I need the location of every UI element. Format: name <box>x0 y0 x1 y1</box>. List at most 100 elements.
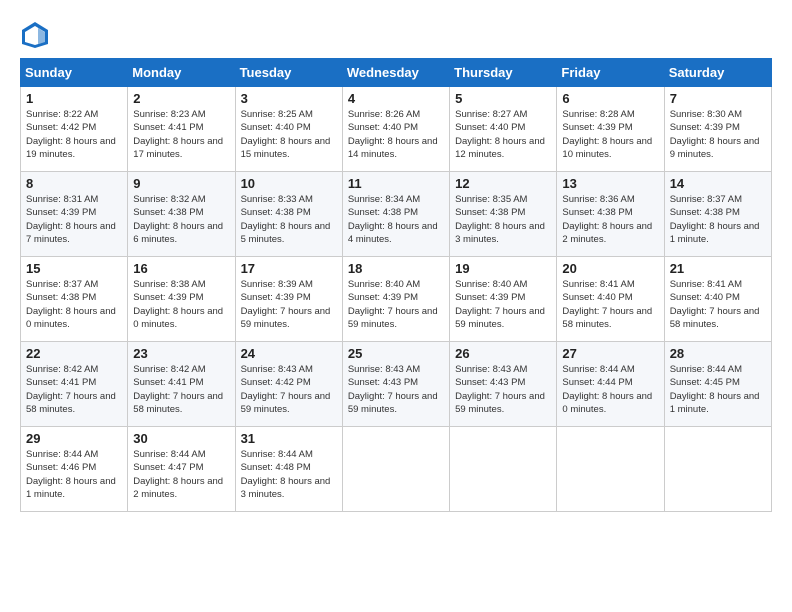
week-row-1: 1 Sunrise: 8:22 AMSunset: 4:42 PMDaylight… <box>21 87 772 172</box>
day-info: Sunrise: 8:31 AMSunset: 4:39 PMDaylight:… <box>26 193 122 246</box>
day-number: 21 <box>670 261 766 276</box>
logo <box>20 20 54 50</box>
day-info: Sunrise: 8:39 AMSunset: 4:39 PMDaylight:… <box>241 278 337 331</box>
day-number: 8 <box>26 176 122 191</box>
day-number: 18 <box>348 261 444 276</box>
day-cell: 12 Sunrise: 8:35 AMSunset: 4:38 PMDayligh… <box>450 172 557 257</box>
day-number: 15 <box>26 261 122 276</box>
col-sunday: Sunday <box>21 59 128 87</box>
day-number: 5 <box>455 91 551 106</box>
day-info: Sunrise: 8:42 AMSunset: 4:41 PMDaylight:… <box>133 363 229 416</box>
week-row-5: 29 Sunrise: 8:44 AMSunset: 4:46 PMDayligh… <box>21 427 772 512</box>
day-number: 17 <box>241 261 337 276</box>
day-cell: 3 Sunrise: 8:25 AMSunset: 4:40 PMDaylight… <box>235 87 342 172</box>
day-info: Sunrise: 8:43 AMSunset: 4:43 PMDaylight:… <box>455 363 551 416</box>
col-saturday: Saturday <box>664 59 771 87</box>
day-info: Sunrise: 8:40 AMSunset: 4:39 PMDaylight:… <box>348 278 444 331</box>
day-cell: 15 Sunrise: 8:37 AMSunset: 4:38 PMDayligh… <box>21 257 128 342</box>
day-info: Sunrise: 8:35 AMSunset: 4:38 PMDaylight:… <box>455 193 551 246</box>
day-info: Sunrise: 8:25 AMSunset: 4:40 PMDaylight:… <box>241 108 337 161</box>
day-info: Sunrise: 8:27 AMSunset: 4:40 PMDaylight:… <box>455 108 551 161</box>
day-cell: 27 Sunrise: 8:44 AMSunset: 4:44 PMDayligh… <box>557 342 664 427</box>
day-info: Sunrise: 8:44 AMSunset: 4:46 PMDaylight:… <box>26 448 122 501</box>
day-number: 3 <box>241 91 337 106</box>
day-number: 13 <box>562 176 658 191</box>
day-cell: 20Sunrise: 8:41 AMSunset: 4:40 PMDayligh… <box>557 257 664 342</box>
day-info: Sunrise: 8:44 AMSunset: 4:44 PMDaylight:… <box>562 363 658 416</box>
day-number: 30 <box>133 431 229 446</box>
day-number: 14 <box>670 176 766 191</box>
day-info: Sunrise: 8:41 AMSunset: 4:40 PMDaylight:… <box>670 278 766 331</box>
day-cell: 24 Sunrise: 8:43 AMSunset: 4:42 PMDayligh… <box>235 342 342 427</box>
day-info: Sunrise: 8:22 AMSunset: 4:42 PMDaylight:… <box>26 108 122 161</box>
day-cell: 2 Sunrise: 8:23 AMSunset: 4:41 PMDaylight… <box>128 87 235 172</box>
day-cell: 21 Sunrise: 8:41 AMSunset: 4:40 PMDayligh… <box>664 257 771 342</box>
day-cell: 18 Sunrise: 8:40 AMSunset: 4:39 PMDayligh… <box>342 257 449 342</box>
day-info: Sunrise: 8:43 AMSunset: 4:42 PMDaylight:… <box>241 363 337 416</box>
day-number: 4 <box>348 91 444 106</box>
day-number: 1 <box>26 91 122 106</box>
day-cell: 7Sunrise: 8:30 AMSunset: 4:39 PMDaylight… <box>664 87 771 172</box>
day-info: Sunrise: 8:23 AMSunset: 4:41 PMDaylight:… <box>133 108 229 161</box>
day-cell: 4 Sunrise: 8:26 AMSunset: 4:40 PMDaylight… <box>342 87 449 172</box>
day-info: Sunrise: 8:44 AMSunset: 4:47 PMDaylight:… <box>133 448 229 501</box>
day-number: 27 <box>562 346 658 361</box>
day-info: Sunrise: 8:32 AMSunset: 4:38 PMDaylight:… <box>133 193 229 246</box>
day-cell: 31 Sunrise: 8:44 AMSunset: 4:48 PMDayligh… <box>235 427 342 512</box>
day-cell <box>557 427 664 512</box>
day-number: 16 <box>133 261 229 276</box>
day-number: 20 <box>562 261 658 276</box>
day-cell: 25Sunrise: 8:43 AMSunset: 4:43 PMDayligh… <box>342 342 449 427</box>
col-thursday: Thursday <box>450 59 557 87</box>
col-friday: Friday <box>557 59 664 87</box>
day-cell: 5 Sunrise: 8:27 AMSunset: 4:40 PMDaylight… <box>450 87 557 172</box>
day-info: Sunrise: 8:36 AMSunset: 4:38 PMDaylight:… <box>562 193 658 246</box>
day-info: Sunrise: 8:43 AMSunset: 4:43 PMDaylight:… <box>348 363 444 416</box>
day-cell: 23Sunrise: 8:42 AMSunset: 4:41 PMDayligh… <box>128 342 235 427</box>
day-cell: 6Sunrise: 8:28 AMSunset: 4:39 PMDaylight… <box>557 87 664 172</box>
day-cell: 9 Sunrise: 8:32 AMSunset: 4:38 PMDaylight… <box>128 172 235 257</box>
day-cell: 14Sunrise: 8:37 AMSunset: 4:38 PMDayligh… <box>664 172 771 257</box>
day-cell <box>664 427 771 512</box>
day-number: 12 <box>455 176 551 191</box>
day-info: Sunrise: 8:33 AMSunset: 4:38 PMDaylight:… <box>241 193 337 246</box>
day-cell: 29 Sunrise: 8:44 AMSunset: 4:46 PMDayligh… <box>21 427 128 512</box>
day-cell: 16 Sunrise: 8:38 AMSunset: 4:39 PMDayligh… <box>128 257 235 342</box>
day-cell: 10Sunrise: 8:33 AMSunset: 4:38 PMDayligh… <box>235 172 342 257</box>
week-row-2: 8 Sunrise: 8:31 AMSunset: 4:39 PMDaylight… <box>21 172 772 257</box>
day-number: 29 <box>26 431 122 446</box>
day-cell: 30 Sunrise: 8:44 AMSunset: 4:47 PMDayligh… <box>128 427 235 512</box>
day-number: 2 <box>133 91 229 106</box>
day-cell: 19Sunrise: 8:40 AMSunset: 4:39 PMDayligh… <box>450 257 557 342</box>
day-info: Sunrise: 8:37 AMSunset: 4:38 PMDaylight:… <box>26 278 122 331</box>
week-row-4: 22 Sunrise: 8:42 AMSunset: 4:41 PMDayligh… <box>21 342 772 427</box>
day-info: Sunrise: 8:26 AMSunset: 4:40 PMDaylight:… <box>348 108 444 161</box>
day-cell: 17 Sunrise: 8:39 AMSunset: 4:39 PMDayligh… <box>235 257 342 342</box>
day-info: Sunrise: 8:42 AMSunset: 4:41 PMDaylight:… <box>26 363 122 416</box>
logo-icon <box>20 20 50 50</box>
day-cell: 11Sunrise: 8:34 AMSunset: 4:38 PMDayligh… <box>342 172 449 257</box>
day-number: 28 <box>670 346 766 361</box>
day-cell: 13 Sunrise: 8:36 AMSunset: 4:38 PMDayligh… <box>557 172 664 257</box>
col-wednesday: Wednesday <box>342 59 449 87</box>
day-cell: 28 Sunrise: 8:44 AMSunset: 4:45 PMDayligh… <box>664 342 771 427</box>
day-info: Sunrise: 8:38 AMSunset: 4:39 PMDaylight:… <box>133 278 229 331</box>
page-header <box>20 20 772 50</box>
calendar-header: SundayMondayTuesdayWednesdayThursdayFrid… <box>21 59 772 87</box>
day-info: Sunrise: 8:34 AMSunset: 4:38 PMDaylight:… <box>348 193 444 246</box>
calendar-table: SundayMondayTuesdayWednesdayThursdayFrid… <box>20 58 772 512</box>
day-info: Sunrise: 8:44 AMSunset: 4:45 PMDaylight:… <box>670 363 766 416</box>
week-row-3: 15 Sunrise: 8:37 AMSunset: 4:38 PMDayligh… <box>21 257 772 342</box>
day-number: 22 <box>26 346 122 361</box>
day-cell: 26Sunrise: 8:43 AMSunset: 4:43 PMDayligh… <box>450 342 557 427</box>
day-number: 24 <box>241 346 337 361</box>
day-cell <box>450 427 557 512</box>
day-cell: 1 Sunrise: 8:22 AMSunset: 4:42 PMDaylight… <box>21 87 128 172</box>
col-tuesday: Tuesday <box>235 59 342 87</box>
day-info: Sunrise: 8:28 AMSunset: 4:39 PMDaylight:… <box>562 108 658 161</box>
day-number: 9 <box>133 176 229 191</box>
day-info: Sunrise: 8:30 AMSunset: 4:39 PMDaylight:… <box>670 108 766 161</box>
day-info: Sunrise: 8:44 AMSunset: 4:48 PMDaylight:… <box>241 448 337 501</box>
day-cell: 8 Sunrise: 8:31 AMSunset: 4:39 PMDaylight… <box>21 172 128 257</box>
day-number: 31 <box>241 431 337 446</box>
